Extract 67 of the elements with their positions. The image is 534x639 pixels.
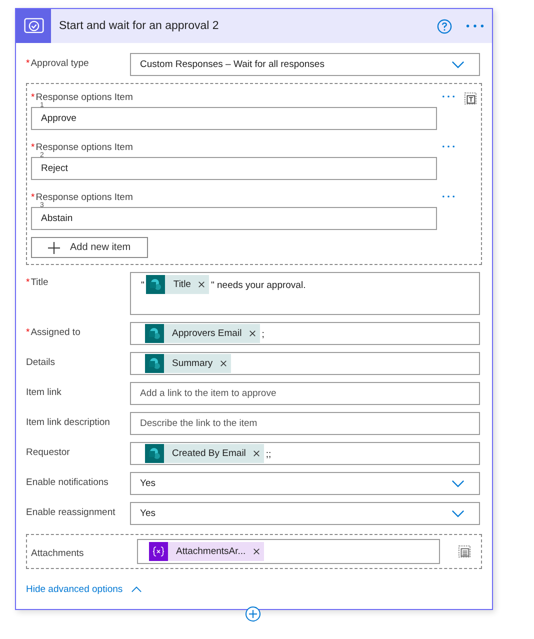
input-field[interactable]: AttachmentsAr... — [137, 539, 440, 564]
field-label: Item link description — [26, 417, 110, 428]
dynamic-content-token[interactable]: Created By Email — [145, 444, 264, 463]
sharepoint-icon — [146, 275, 166, 294]
input-field[interactable]: Reject — [31, 157, 437, 180]
dynamic-content-token[interactable]: Summary — [145, 354, 231, 373]
field-label: Response options Item — [36, 92, 133, 103]
help-icon[interactable] — [437, 18, 452, 34]
token-text: " — [141, 279, 144, 291]
variable-icon — [149, 542, 168, 561]
field-label: Requestor — [26, 447, 70, 458]
input-field[interactable]: Summary — [130, 352, 480, 375]
required-mark: * — [26, 327, 30, 338]
input-field[interactable]: Approvers Email ; — [130, 322, 480, 345]
more-options-icon[interactable] — [442, 195, 455, 198]
sharepoint-icon — [145, 444, 164, 463]
chevron-down-icon — [451, 60, 465, 68]
dropdown[interactable]: Yes — [130, 472, 480, 495]
dynamic-content-token[interactable]: Title — [146, 275, 209, 294]
input-field[interactable]: " Title " needs your approval. — [130, 272, 480, 315]
token-text: ; — [262, 328, 264, 340]
input-field[interactable]: Approve — [31, 107, 437, 130]
input-field[interactable]: Add a link to the item to approve — [130, 382, 480, 405]
field-label: Response options Item — [36, 142, 133, 153]
dynamic-content-token[interactable]: Approvers Email — [145, 324, 260, 343]
plus-icon — [48, 242, 60, 254]
field-label: Title — [30, 277, 48, 288]
input-field[interactable]: Created By Email ;; — [130, 442, 480, 465]
dropdown[interactable]: Yes — [130, 502, 480, 525]
sharepoint-icon — [145, 354, 164, 373]
required-mark: * — [31, 142, 35, 153]
field-label: Item link — [26, 387, 62, 398]
chevron-down-icon — [451, 510, 465, 518]
sharepoint-icon — [145, 324, 164, 343]
field-label: Details — [26, 357, 56, 368]
remove-icon[interactable] — [248, 330, 256, 337]
hide-advanced-options-link[interactable]: Hide advanced options — [26, 584, 123, 595]
required-mark: * — [31, 92, 35, 103]
switch-input-icon[interactable] — [458, 545, 471, 558]
input-field[interactable]: Describe the link to the item — [130, 412, 480, 435]
remove-icon[interactable] — [198, 281, 205, 288]
field-label: Enable reassignment — [26, 507, 116, 518]
field-label: Attachments — [31, 548, 84, 558]
field-label: Response options Item — [36, 192, 133, 203]
dynamic-content-token[interactable]: AttachmentsAr... — [149, 542, 264, 561]
card-title: Start and wait for an approval 2 — [59, 20, 220, 32]
dropdown[interactable]: Custom Responses – Wait for all responses — [130, 53, 480, 76]
add-step-icon[interactable] — [245, 606, 261, 622]
more-options-icon[interactable] — [466, 24, 484, 28]
remove-icon[interactable] — [220, 360, 227, 367]
more-options-icon[interactable] — [442, 95, 455, 98]
input-field[interactable]: Abstain — [31, 207, 437, 230]
field-label: Approval type — [30, 58, 89, 69]
remove-icon[interactable] — [252, 450, 260, 457]
remove-icon[interactable] — [252, 548, 260, 555]
more-options-icon[interactable] — [442, 145, 455, 148]
required-mark: * — [31, 192, 35, 203]
chevron-down-icon — [451, 480, 465, 488]
chevron-up-icon — [130, 586, 142, 593]
field-label: Enable notifications — [26, 477, 108, 488]
token-text: ;; — [266, 448, 272, 460]
field-label: Assigned to — [30, 327, 80, 338]
switch-input-icon[interactable] — [464, 92, 477, 105]
add-item-button[interactable]: Add new item — [31, 237, 148, 258]
token-text: " needs your approval. — [210, 279, 306, 291]
required-mark: * — [26, 277, 30, 288]
required-mark: * — [26, 58, 30, 69]
